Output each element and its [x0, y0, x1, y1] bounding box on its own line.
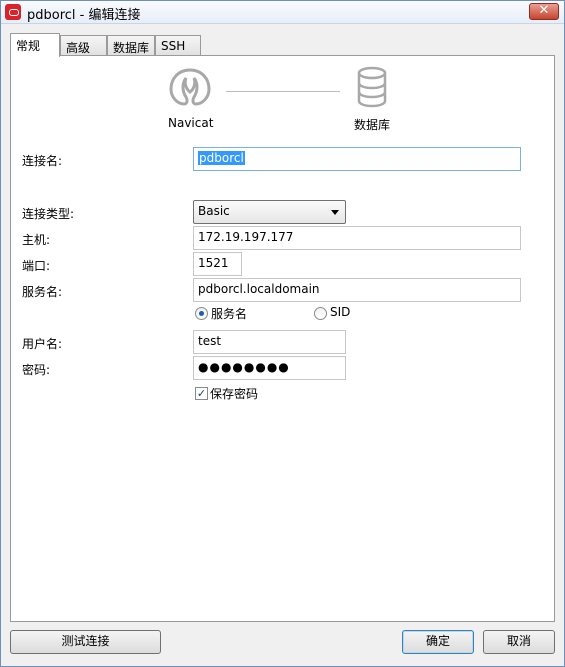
service-name-input[interactable]: pdborcl.localdomain [193, 278, 521, 302]
title-bar: pdborcl - 编辑连接 ✕ [1, 1, 564, 24]
navicat-app-icon [5, 4, 21, 20]
service-name-label: 服务名: [22, 285, 63, 299]
tab-database[interactable]: 数据库 [107, 35, 155, 56]
port-input[interactable]: 1521 [193, 252, 242, 276]
window-title: pdborcl - 编辑连接 [27, 8, 141, 23]
navicat-label: Navicat [168, 116, 214, 130]
cancel-button[interactable]: 取消 [483, 630, 555, 654]
connector-line [226, 91, 340, 92]
host-label: 主机: [22, 233, 51, 247]
tab-ssh[interactable]: SSH [155, 35, 201, 56]
close-button[interactable]: ✕ [529, 3, 559, 20]
tab-general[interactable]: 常规 [10, 33, 60, 57]
save-password-checkbox[interactable]: ✓ [195, 387, 208, 400]
host-input[interactable]: 172.19.197.177 [193, 226, 521, 250]
password-input[interactable]: ●●●●●●●● [193, 356, 346, 380]
connection-name-value: pdborcl [198, 151, 245, 165]
general-panel: Navicat 数据库 连接名: pdborcl 连接类型: Basic 主机:… [10, 55, 555, 622]
database-label: 数据库 [354, 118, 391, 132]
service-name-radio-label: 服务名 [211, 307, 248, 321]
save-password-label: 保存密码 [210, 387, 259, 401]
port-label: 端口: [22, 259, 51, 273]
tab-advanced[interactable]: 高级 [60, 35, 107, 56]
service-name-radio[interactable] [195, 307, 208, 320]
sid-radio[interactable] [314, 307, 327, 320]
sid-radio-label: SID [330, 305, 351, 319]
connection-name-input[interactable]: pdborcl [193, 147, 521, 171]
password-label: 密码: [22, 363, 51, 377]
connection-type-value: Basic [198, 204, 230, 218]
ok-button[interactable]: 确定 [402, 630, 474, 654]
dropdown-caret-icon [331, 210, 339, 215]
database-icon [357, 66, 387, 108]
connection-name-label: 连接名: [22, 154, 63, 168]
navicat-logo-icon [169, 68, 211, 106]
connection-type-label: 连接类型: [22, 207, 75, 221]
username-label: 用户名: [22, 337, 63, 351]
test-connection-button[interactable]: 测试连接 [10, 630, 161, 654]
edit-connection-window: pdborcl - 编辑连接 ✕ 常规 高级 数据库 SSH Navicat 数… [0, 0, 565, 667]
connection-type-select[interactable]: Basic [193, 200, 346, 224]
username-input[interactable]: test [193, 330, 346, 354]
